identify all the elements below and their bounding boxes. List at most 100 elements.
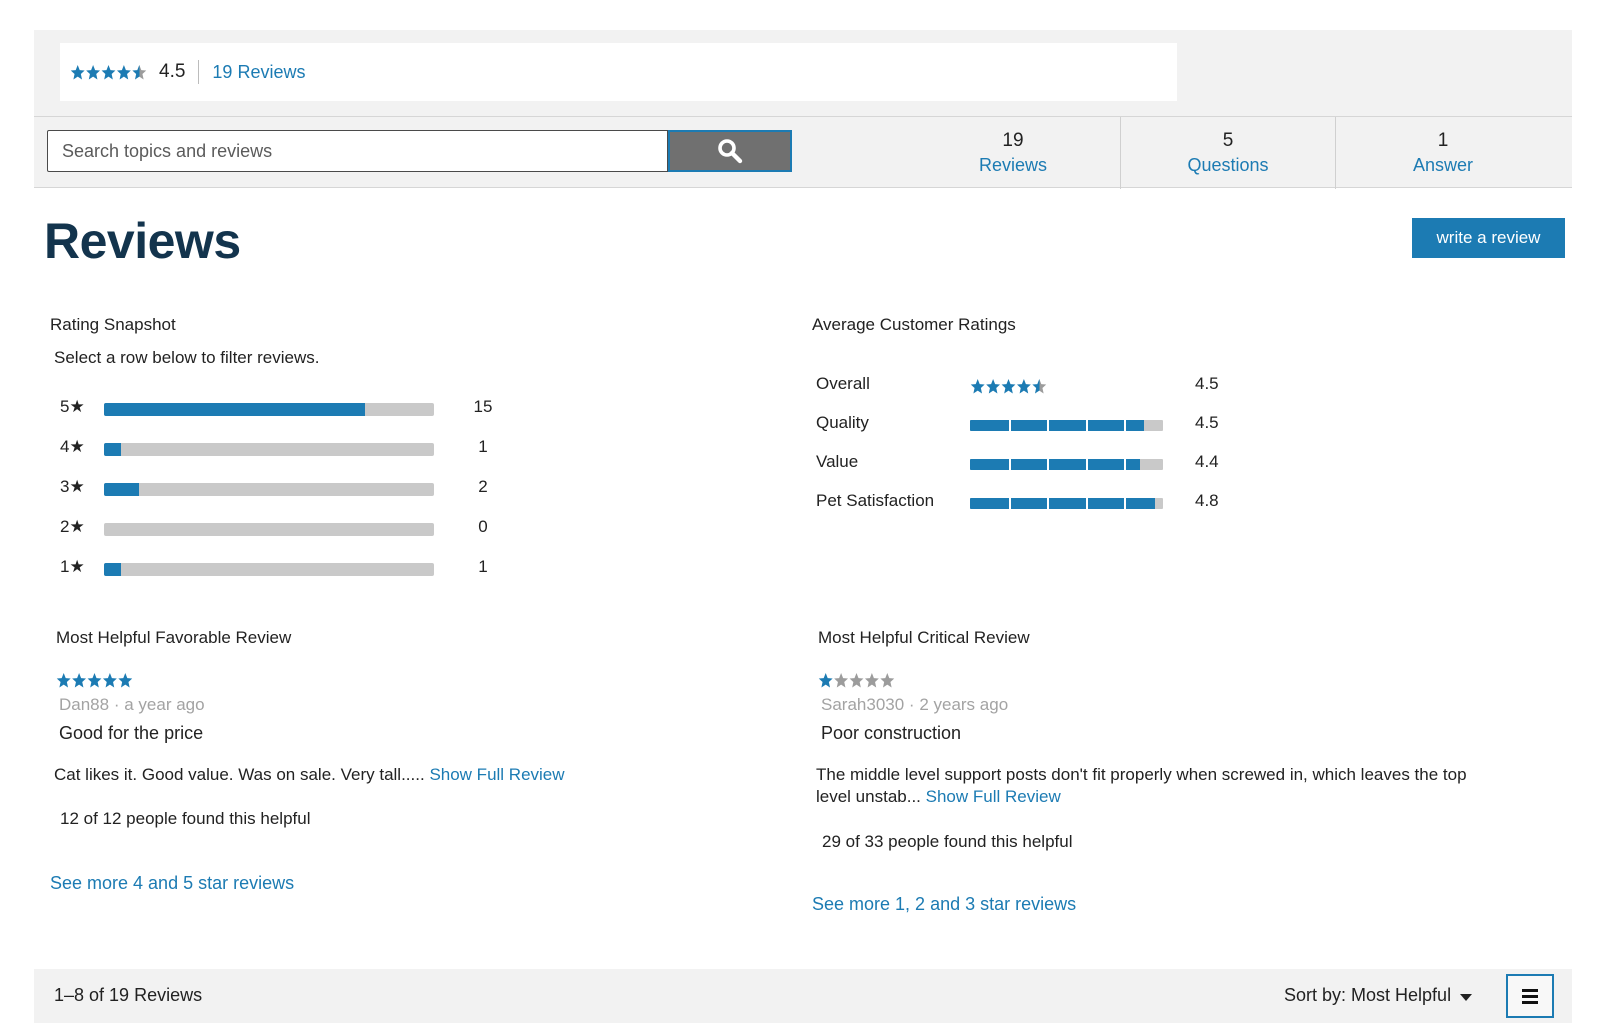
review-author: Sarah3030 <box>821 695 905 714</box>
snapshot-row-count: 15 <box>473 397 493 416</box>
average-bar-divider <box>1124 420 1127 431</box>
star-icon <box>102 673 117 688</box>
write-review-button[interactable]: write a review <box>1412 218 1565 258</box>
review-date: a year ago <box>124 695 205 714</box>
stat-questions-label: Questions <box>1187 155 1269 175</box>
stat-answers[interactable]: 1 Answer <box>1336 117 1550 189</box>
average-row-label: Quality <box>816 413 869 432</box>
average-bar-divider <box>1008 459 1011 470</box>
star-icon <box>70 64 85 79</box>
snapshot-row-label: 5★ <box>60 397 85 416</box>
sort-dropdown[interactable]: Sort by: Most Helpful <box>1284 985 1473 1006</box>
meta-separator: · <box>908 695 920 714</box>
page-title: Reviews <box>44 213 241 269</box>
search-toolbar: 19 Reviews 5 Questions 1 Answer <box>34 116 1572 189</box>
snapshot-row-label: 1★ <box>60 557 85 576</box>
stat-reviews-label: Reviews <box>978 155 1048 175</box>
star-icon <box>116 64 131 79</box>
stat-questions[interactable]: 5 Questions <box>1121 117 1335 189</box>
star-icon <box>132 64 147 79</box>
critical-helpful-count: 29 of 33 people found this helpful <box>822 832 1073 851</box>
list-menu-button[interactable] <box>1506 974 1554 1018</box>
rating-summary-band: 4.5 19 Reviews <box>34 30 1572 116</box>
search-button[interactable] <box>668 130 792 172</box>
average-row-overall: Overall 4.5 <box>816 373 1256 399</box>
critical-review-heading: Most Helpful Critical Review <box>818 628 1030 647</box>
star-icon <box>1001 379 1016 394</box>
average-segment-bar <box>970 459 1163 470</box>
average-row-value: 4.8 <box>1195 491 1219 510</box>
favorable-review-body: Cat likes it. Good value. Was on sale. V… <box>54 764 756 786</box>
average-ratings-title: Average Customer Ratings <box>812 315 1016 334</box>
snapshot-row-3-star[interactable]: 3★ 2 <box>58 476 498 502</box>
overall-stars-icon <box>970 378 1047 395</box>
favorable-review: Most Helpful Favorable Review Dan88 · a … <box>54 628 756 829</box>
review-date: 2 years ago <box>919 695 1009 714</box>
snapshot-bar-fill <box>104 403 365 416</box>
review-body-text: The middle level support posts don't fit… <box>816 765 1467 806</box>
review-author: Dan88 <box>59 695 110 714</box>
search-input[interactable] <box>47 130 668 172</box>
star-icon <box>1016 379 1031 394</box>
star-icon <box>86 64 101 79</box>
average-row-quality: Quality 4.5 <box>816 412 1256 438</box>
summary-reviews-link[interactable]: 19 Reviews <box>212 62 305 83</box>
snapshot-row-count: 1 <box>478 557 488 576</box>
snapshot-row-count: 0 <box>478 517 488 536</box>
average-row-value: 4.5 <box>1195 374 1219 393</box>
average-bar-divider <box>1085 420 1088 431</box>
star-icon <box>834 673 849 688</box>
stat-reviews-count: 19 <box>1002 130 1024 151</box>
critical-review-meta: Sarah3030 · 2 years ago <box>821 695 1478 715</box>
snapshot-row-5-star[interactable]: 5★ 15 <box>58 396 498 422</box>
snapshot-row-label: 4★ <box>60 437 85 456</box>
favorable-review-title: Good for the price <box>59 723 204 743</box>
star-icon <box>970 379 985 394</box>
critical-show-full-review-link[interactable]: Show Full Review <box>926 787 1061 806</box>
snapshot-bar <box>104 483 434 496</box>
favorable-show-full-review-link[interactable]: Show Full Review <box>429 765 564 784</box>
star-icon <box>101 64 116 79</box>
favorable-review-heading: Most Helpful Favorable Review <box>56 628 292 647</box>
average-row-pet-satisfaction: Pet Satisfaction 4.8 <box>816 490 1256 516</box>
average-row-value-rating: Value 4.4 <box>816 451 1256 477</box>
caret-down-icon <box>1460 993 1473 1001</box>
rating-snapshot-title: Rating Snapshot <box>50 315 176 334</box>
average-bar-divider <box>1124 498 1127 509</box>
snapshot-row-4-star[interactable]: 4★ 1 <box>58 436 498 462</box>
average-bar-divider <box>1085 498 1088 509</box>
stat-reviews[interactable]: 19 Reviews <box>906 117 1120 189</box>
star-icon <box>118 673 133 688</box>
star-icon <box>1032 379 1047 394</box>
rating-snapshot-subtitle: Select a row below to filter reviews. <box>54 348 320 367</box>
see-more-positive-reviews-link[interactable]: See more 4 and 5 star reviews <box>50 873 294 894</box>
average-segment-bar <box>970 498 1163 509</box>
menu-line <box>1522 994 1538 998</box>
snapshot-row-count: 2 <box>478 477 488 496</box>
critical-review-body: The middle level support posts don't fit… <box>816 764 1478 808</box>
star-icon <box>986 379 1001 394</box>
average-row-value: 4.5 <box>1195 413 1219 432</box>
star-icon <box>849 673 864 688</box>
stat-questions-count: 5 <box>1222 130 1234 151</box>
summary-rating-value: 4.5 <box>159 61 186 82</box>
critical-review: Most Helpful Critical Review Sarah3030 ·… <box>816 628 1478 852</box>
star-icon <box>87 673 102 688</box>
average-bar-divider <box>1008 498 1011 509</box>
summary-stars-icon <box>70 64 147 81</box>
favorable-review-meta: Dan88 · a year ago <box>59 695 756 715</box>
snapshot-row-2-star[interactable]: 2★ 0 <box>58 516 498 542</box>
star-rating-icon <box>70 64 147 79</box>
average-row-value: 4.4 <box>1195 452 1219 471</box>
star-icon <box>818 673 833 688</box>
average-bar-divider <box>1047 420 1050 431</box>
see-more-critical-reviews-link[interactable]: See more 1, 2 and 3 star reviews <box>812 894 1076 915</box>
star-rating-icon <box>56 673 133 688</box>
average-bar-divider <box>1047 459 1050 470</box>
average-bar-divider <box>1047 498 1050 509</box>
menu-line <box>1522 988 1538 992</box>
snapshot-row-1-star[interactable]: 1★ 1 <box>58 556 498 582</box>
average-bar-fill <box>970 420 1144 431</box>
review-list-toolbar: 1–8 of 19 Reviews Sort by: Most Helpful <box>34 969 1572 1023</box>
average-bar-divider <box>1008 420 1011 431</box>
